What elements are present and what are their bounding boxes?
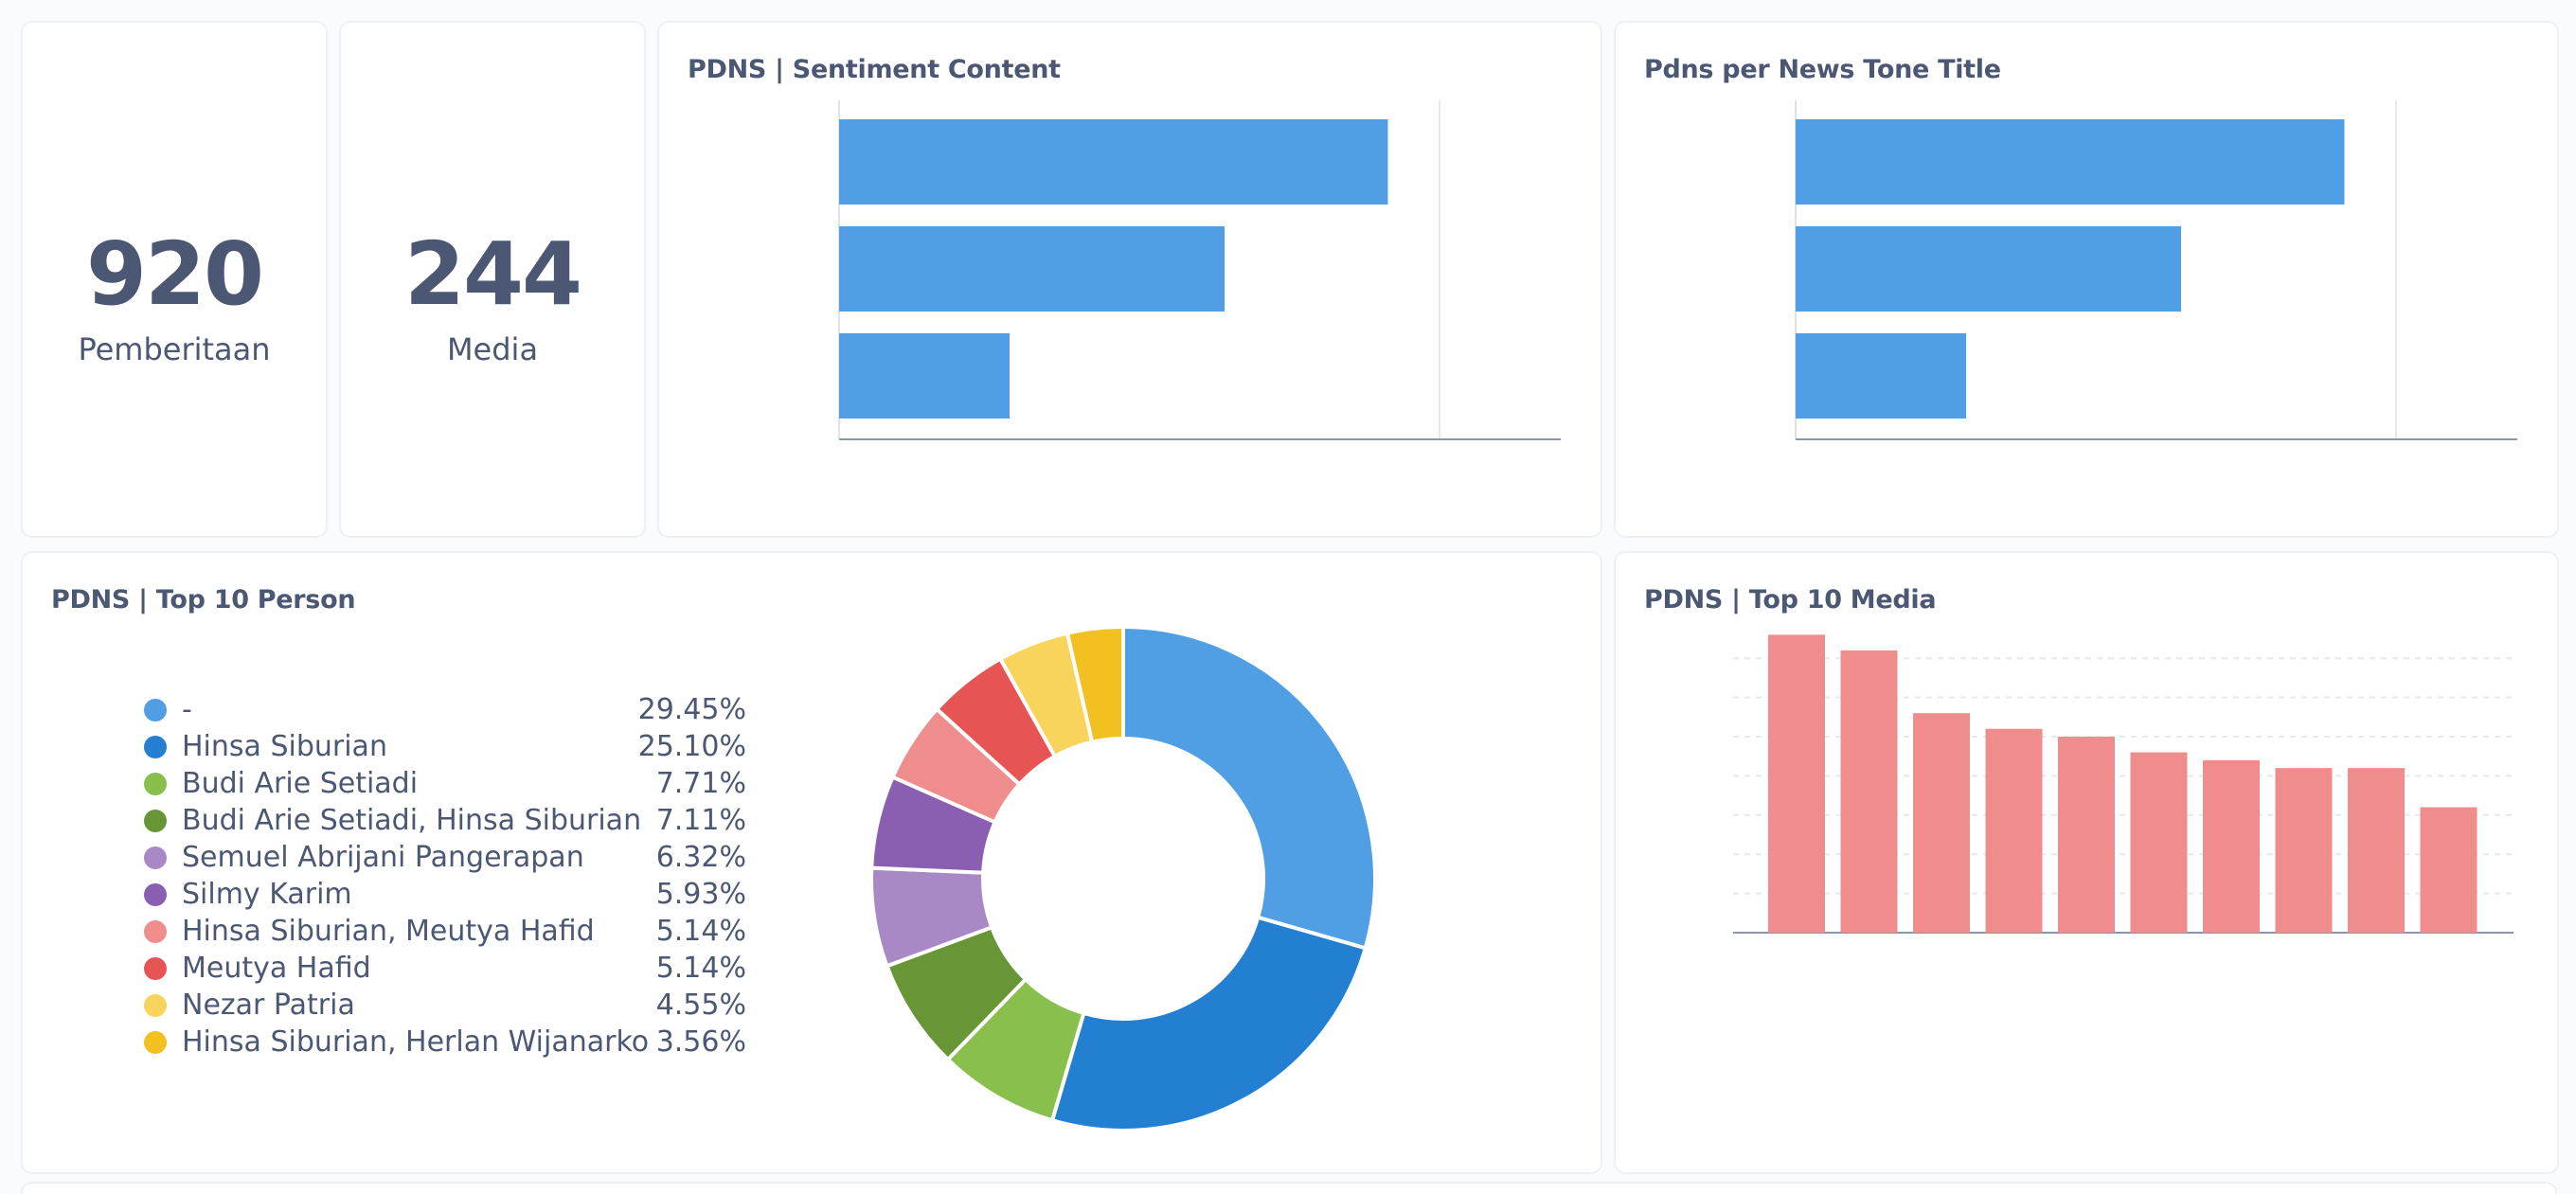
person-donut-chart bbox=[869, 624, 1377, 1132]
sentiment-content-card[interactable]: PDNS | Sentiment Content bbox=[657, 21, 1602, 538]
legend-item[interactable]: Meutya Hafid 5.14% bbox=[144, 950, 750, 987]
bar-positive bbox=[1796, 333, 1967, 419]
scalar-value: 244 bbox=[403, 223, 582, 325]
legend-item[interactable]: Semuel Abrijani Pangerapan 6.32% bbox=[144, 839, 750, 876]
legend-percent: 7.71% bbox=[655, 767, 746, 800]
legend-label: Hinsa Siburian, Meutya Hafid bbox=[182, 915, 595, 948]
donut-slice bbox=[1121, 624, 1377, 951]
legend-percent: 25.10% bbox=[637, 730, 746, 763]
bar-media bbox=[1768, 634, 1825, 933]
legend-item[interactable]: Budi Arie Setiadi 7.71% bbox=[144, 765, 750, 802]
scalar-label: Media bbox=[446, 331, 539, 367]
legend-label: Meutya Hafid bbox=[182, 952, 371, 985]
tone-bar-chart bbox=[1795, 100, 2517, 440]
top-media-card[interactable]: PDNS | Top 10 Media bbox=[1614, 551, 2559, 1174]
legend-percent: 29.45% bbox=[637, 693, 746, 726]
bar-neutral bbox=[839, 226, 1225, 312]
card-title: PDNS | Top 10 Person bbox=[51, 585, 356, 615]
next-card-edge bbox=[21, 1182, 2557, 1194]
legend-dot bbox=[144, 956, 167, 980]
legend-percent: 5.93% bbox=[655, 878, 746, 911]
bar-media bbox=[1840, 650, 1898, 933]
legend-dot bbox=[144, 882, 167, 906]
legend-label: Nezar Patria bbox=[182, 989, 355, 1022]
legend-label: - bbox=[182, 693, 192, 726]
legend-percent: 5.14% bbox=[655, 915, 746, 948]
bar-media bbox=[2275, 768, 2333, 933]
tone-title-card[interactable]: Pdns per News Tone Title bbox=[1614, 21, 2559, 538]
legend-percent: 3.56% bbox=[655, 1025, 746, 1059]
legend-item[interactable]: Budi Arie Setiadi, Hinsa Siburian 7.11% bbox=[144, 802, 750, 839]
legend-item[interactable]: Hinsa Siburian, Meutya Hafid 5.14% bbox=[144, 913, 750, 950]
media-bar-chart bbox=[1733, 634, 2513, 934]
legend-label: Semuel Abrijani Pangerapan bbox=[182, 841, 584, 874]
bar-media bbox=[2203, 759, 2260, 933]
scalar-card-pemberitaan[interactable]: 920 Pemberitaan bbox=[21, 21, 328, 538]
sentiment-bar-chart bbox=[838, 100, 1561, 440]
scalar-card-media[interactable]: 244 Media bbox=[339, 21, 646, 538]
legend-item[interactable]: Nezar Patria 4.55% bbox=[144, 987, 750, 1024]
legend-dot bbox=[144, 919, 167, 943]
person-legend: -29.45% Hinsa Siburian 25.10% Budi Arie Set… bbox=[144, 691, 750, 1060]
legend-percent: 7.11% bbox=[655, 804, 746, 837]
bar-media bbox=[2130, 752, 2188, 933]
bar-negative bbox=[1796, 119, 2345, 205]
legend-dot bbox=[144, 809, 167, 832]
legend-percent: 4.55% bbox=[655, 989, 746, 1022]
legend-dot bbox=[144, 698, 167, 722]
legend-label: Silmy Karim bbox=[182, 878, 352, 911]
bar-media bbox=[1985, 728, 2043, 933]
bar-media bbox=[1913, 713, 1970, 933]
legend-dot bbox=[144, 772, 167, 795]
bar-neutral bbox=[1796, 226, 2182, 312]
legend-label: Budi Arie Setiadi, Hinsa Siburian bbox=[182, 804, 642, 837]
legend-item[interactable]: Hinsa Siburian, Herlan Wijanarko 3.56% bbox=[144, 1024, 750, 1060]
legend-label: Budi Arie Setiadi bbox=[182, 767, 419, 800]
legend-dot bbox=[144, 846, 167, 869]
bar-media bbox=[2420, 807, 2478, 933]
legend-item[interactable]: Silmy Karim 5.93% bbox=[144, 876, 750, 913]
legend-percent: 6.32% bbox=[655, 841, 746, 874]
legend-percent: 5.14% bbox=[655, 952, 746, 985]
scalar-label: Pemberitaan bbox=[78, 331, 271, 367]
legend-dot bbox=[144, 735, 167, 758]
legend-dot bbox=[144, 993, 167, 1017]
legend-label: Hinsa Siburian bbox=[182, 730, 387, 763]
bar-media bbox=[2058, 737, 2115, 933]
bar-negative bbox=[839, 119, 1388, 205]
bar-positive bbox=[839, 333, 1011, 419]
legend-item[interactable]: - 29.45% bbox=[144, 691, 750, 728]
donut-slice bbox=[1049, 915, 1368, 1132]
legend-item[interactable]: Hinsa Siburian 25.10% bbox=[144, 728, 750, 765]
legend-dot bbox=[144, 1030, 167, 1054]
scalar-value: 920 bbox=[85, 223, 264, 325]
bar-media bbox=[2348, 768, 2405, 933]
legend-label: Hinsa Siburian, Herlan Wijanarko bbox=[182, 1025, 650, 1059]
